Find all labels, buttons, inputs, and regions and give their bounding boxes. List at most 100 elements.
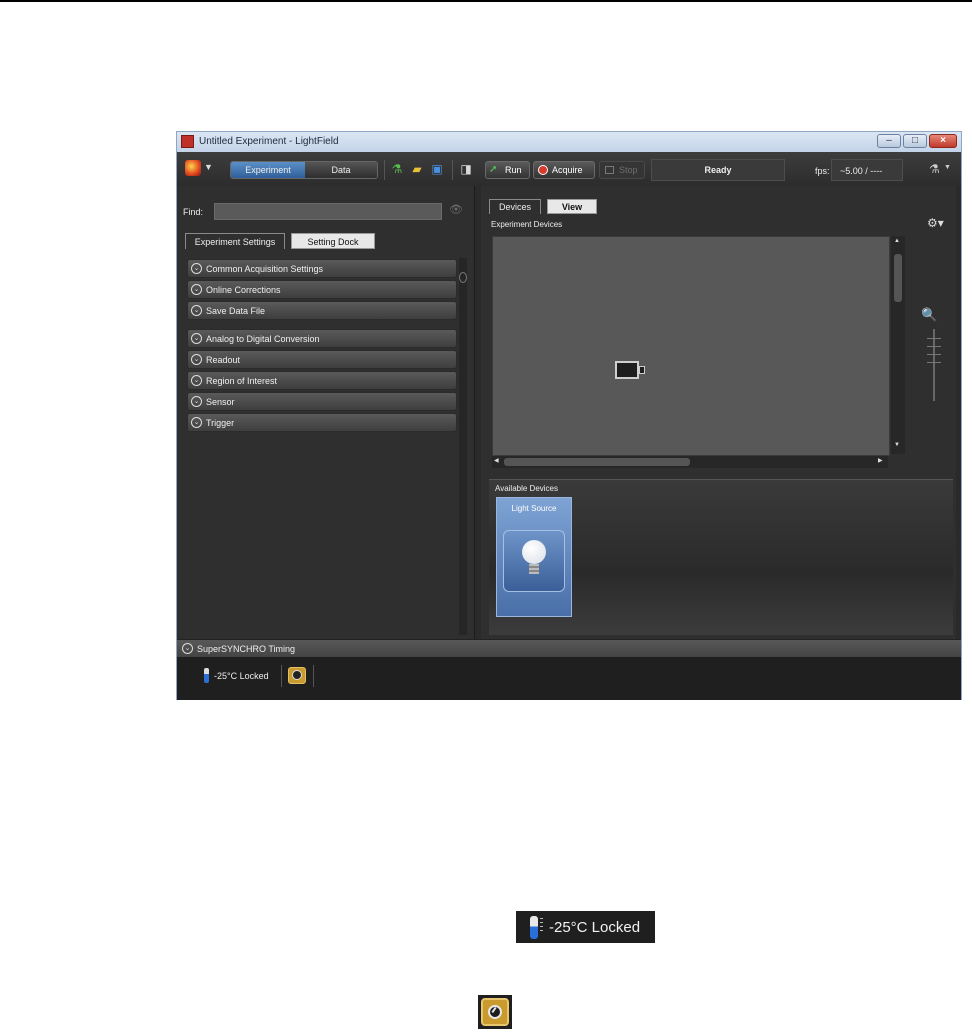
thermometer-icon [530, 916, 538, 939]
stop-label: Stop [619, 165, 638, 175]
scroll-up-icon[interactable]: ▲ [894, 238, 900, 244]
scroll-right-icon[interactable]: ▶ [878, 457, 883, 464]
status-bar: -25°C Locked [177, 657, 961, 700]
status-divider [313, 665, 314, 687]
chevron-down-icon: ⌄ [191, 305, 202, 316]
chevron-down-icon[interactable]: ▼ [944, 164, 951, 171]
available-devices-scrollbar[interactable] [495, 623, 947, 631]
light-source-device[interactable]: Light Source [496, 497, 572, 617]
find-input[interactable] [214, 203, 442, 220]
tab-view[interactable]: View [547, 199, 597, 214]
record-icon [538, 165, 548, 175]
section-trigger[interactable]: ⌄ Trigger [187, 413, 457, 432]
available-devices-panel: Available Devices Light Source [489, 479, 953, 635]
gauge-icon[interactable] [288, 667, 306, 684]
scroll-left-icon[interactable]: ◀ [494, 457, 499, 464]
settings-list: ⌄ Common Acquisition Settings ⌄ Online C… [187, 259, 457, 434]
scroll-thumb[interactable] [894, 254, 902, 302]
data-mode-button[interactable]: Data [305, 162, 377, 178]
tab-setting-dock[interactable]: Setting Dock [291, 233, 375, 249]
main-toolbar: ▼ Experiment Data ⚗ ▰ ▣ ◨ ➚ Run Acquire … [177, 152, 961, 186]
section-region-of-interest[interactable]: ⌄ Region of Interest [187, 371, 457, 390]
fps-label: fps: [815, 166, 830, 176]
maximize-button[interactable]: □ [903, 134, 927, 148]
window-title: Untitled Experiment - LightField [199, 136, 339, 147]
title-bar: Untitled Experiment - LightField – □ × [177, 132, 961, 152]
lightfield-logo-icon[interactable] [185, 160, 201, 176]
zoom-slider[interactable] [933, 329, 935, 401]
section-label: Sensor [206, 397, 235, 407]
section-label: Save Data File [206, 306, 266, 316]
search-icon[interactable]: 👁 [449, 203, 463, 216]
run-label: Run [505, 165, 522, 175]
acquire-button[interactable]: Acquire [533, 161, 595, 179]
chevron-down-icon: ⌄ [191, 375, 202, 386]
fps-display: ~5.00 / ---- [831, 159, 903, 181]
chevron-down-icon: ⌄ [191, 333, 202, 344]
app-icon [181, 135, 194, 148]
section-common-acquisition-settings[interactable]: ⌄ Common Acquisition Settings [187, 259, 457, 278]
close-button[interactable]: × [929, 134, 957, 148]
chevron-down-icon: ⌄ [191, 354, 202, 365]
thermometer-scale [540, 918, 543, 932]
fps-value: ~5.00 / ---- [840, 166, 883, 176]
experiment-mode-button[interactable]: Experiment [231, 162, 305, 178]
zoom-handle[interactable] [927, 362, 941, 363]
section-supersynchro-timing[interactable]: ⌄ SuperSYNCHRO Timing [177, 639, 961, 657]
status-divider [281, 665, 282, 687]
run-icon: ➚ [489, 164, 498, 175]
zoom-tick [927, 346, 941, 347]
chevron-down-icon: ⌄ [191, 396, 202, 407]
scroll-thumb[interactable] [504, 458, 690, 466]
gauge-callout [478, 995, 512, 1029]
experiment-devices-title: Experiment Devices [491, 220, 563, 229]
chevron-down-icon: ⌄ [182, 643, 193, 654]
stop-icon [605, 166, 614, 174]
camera-device-icon[interactable] [615, 361, 645, 379]
section-readout[interactable]: ⌄ Readout [187, 350, 457, 369]
run-button[interactable]: ➚ Run [485, 161, 530, 179]
folder-open-icon[interactable]: ▰ [410, 162, 424, 176]
camera-icon[interactable]: ◨ [459, 162, 473, 176]
light-bulb-icon [503, 530, 565, 592]
flask-menu-icon[interactable]: ⚗ [929, 162, 940, 176]
available-devices-title: Available Devices [495, 484, 558, 493]
section-sensor[interactable]: ⌄ Sensor [187, 392, 457, 411]
save-icon[interactable]: ▣ [430, 162, 444, 176]
section-label: Readout [206, 355, 241, 365]
section-label: Online Corrections [206, 285, 281, 295]
chevron-down-icon: ⌄ [191, 417, 202, 428]
chevron-down-icon[interactable]: ▼ [204, 162, 213, 172]
page-top-rule [0, 0, 972, 2]
minimize-button[interactable]: – [877, 134, 901, 148]
gauge-dial [292, 670, 302, 680]
section-label: Analog to Digital Conversion [206, 334, 320, 344]
stop-button[interactable]: Stop [599, 161, 645, 179]
tab-experiment-settings[interactable]: Experiment Settings [185, 233, 285, 249]
find-label: Find: [183, 207, 204, 217]
tab-devices[interactable]: Devices [489, 199, 541, 214]
horizontal-scrollbar[interactable]: ◀ ▶ [492, 456, 888, 468]
flask-icon[interactable]: ⚗ [390, 162, 404, 176]
vertical-scrollbar[interactable]: ▲ ▼ [891, 236, 905, 454]
temperature-callout: -25°C Locked [516, 911, 655, 943]
temperature-status[interactable]: -25°C Locked [214, 671, 269, 681]
section-analog-to-digital-conversion[interactable]: ⌄ Analog to Digital Conversion [187, 329, 457, 348]
toolbar-divider [452, 160, 453, 180]
app-window: Untitled Experiment - LightField – □ × ▼… [176, 131, 962, 700]
thermometer-icon [204, 668, 209, 683]
scroll-knob[interactable] [459, 272, 467, 283]
camera-lens [639, 366, 645, 374]
experiment-devices-canvas[interactable] [492, 236, 890, 456]
bulb-glass [522, 540, 546, 564]
zoom-tick [927, 338, 941, 339]
zoom-icon[interactable]: 🔍 [921, 307, 937, 323]
device-label: Light Source [511, 504, 557, 513]
section-online-corrections[interactable]: ⌄ Online Corrections [187, 280, 457, 299]
section-save-data-file[interactable]: ⌄ Save Data File [187, 301, 457, 320]
gear-icon[interactable]: ⚙▾ [927, 216, 944, 230]
scroll-down-icon[interactable]: ▼ [894, 442, 900, 448]
bulb-base [529, 564, 539, 574]
status-text: Ready [704, 165, 732, 175]
settings-scrollbar[interactable] [459, 258, 467, 635]
